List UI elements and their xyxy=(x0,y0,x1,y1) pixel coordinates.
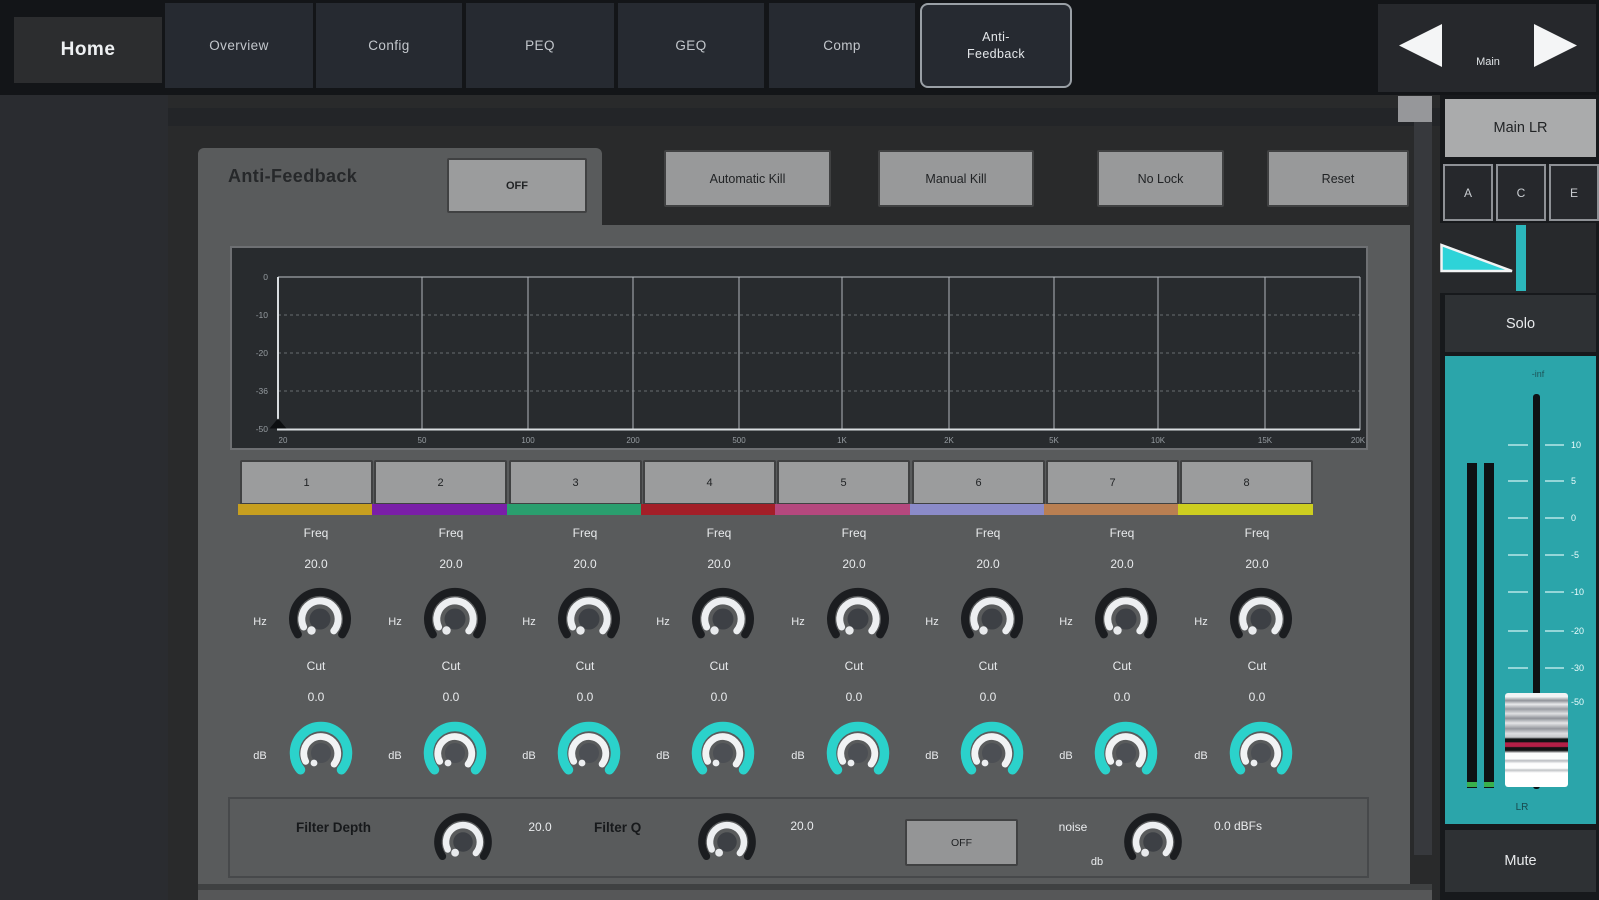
svg-text:-30: -30 xyxy=(1571,663,1584,673)
svg-text:2K: 2K xyxy=(944,436,954,445)
svg-text:15K: 15K xyxy=(1258,436,1273,445)
svg-text:-50: -50 xyxy=(1571,697,1584,707)
svg-text:-10: -10 xyxy=(256,310,269,320)
svg-text:500: 500 xyxy=(732,436,746,445)
svg-text:20K: 20K xyxy=(1351,436,1366,445)
svg-text:100: 100 xyxy=(521,436,535,445)
svg-text:5K: 5K xyxy=(1049,436,1059,445)
svg-text:10: 10 xyxy=(1571,440,1581,450)
svg-text:10K: 10K xyxy=(1151,436,1166,445)
svg-text:-50: -50 xyxy=(256,424,269,434)
svg-text:LR: LR xyxy=(1516,802,1529,813)
svg-text:-20: -20 xyxy=(256,348,269,358)
svg-text:50: 50 xyxy=(418,436,427,445)
svg-text:-36: -36 xyxy=(256,386,269,396)
svg-text:200: 200 xyxy=(626,436,640,445)
svg-text:1K: 1K xyxy=(837,436,847,445)
svg-text:-5: -5 xyxy=(1571,550,1579,560)
svg-text:5: 5 xyxy=(1571,476,1576,486)
svg-text:-10: -10 xyxy=(1571,587,1584,597)
svg-text:-inf: -inf xyxy=(1532,369,1545,379)
svg-text:0: 0 xyxy=(1571,513,1576,523)
svg-text:20: 20 xyxy=(279,436,288,445)
svg-text:0: 0 xyxy=(263,272,268,282)
svg-text:-20: -20 xyxy=(1571,626,1584,636)
